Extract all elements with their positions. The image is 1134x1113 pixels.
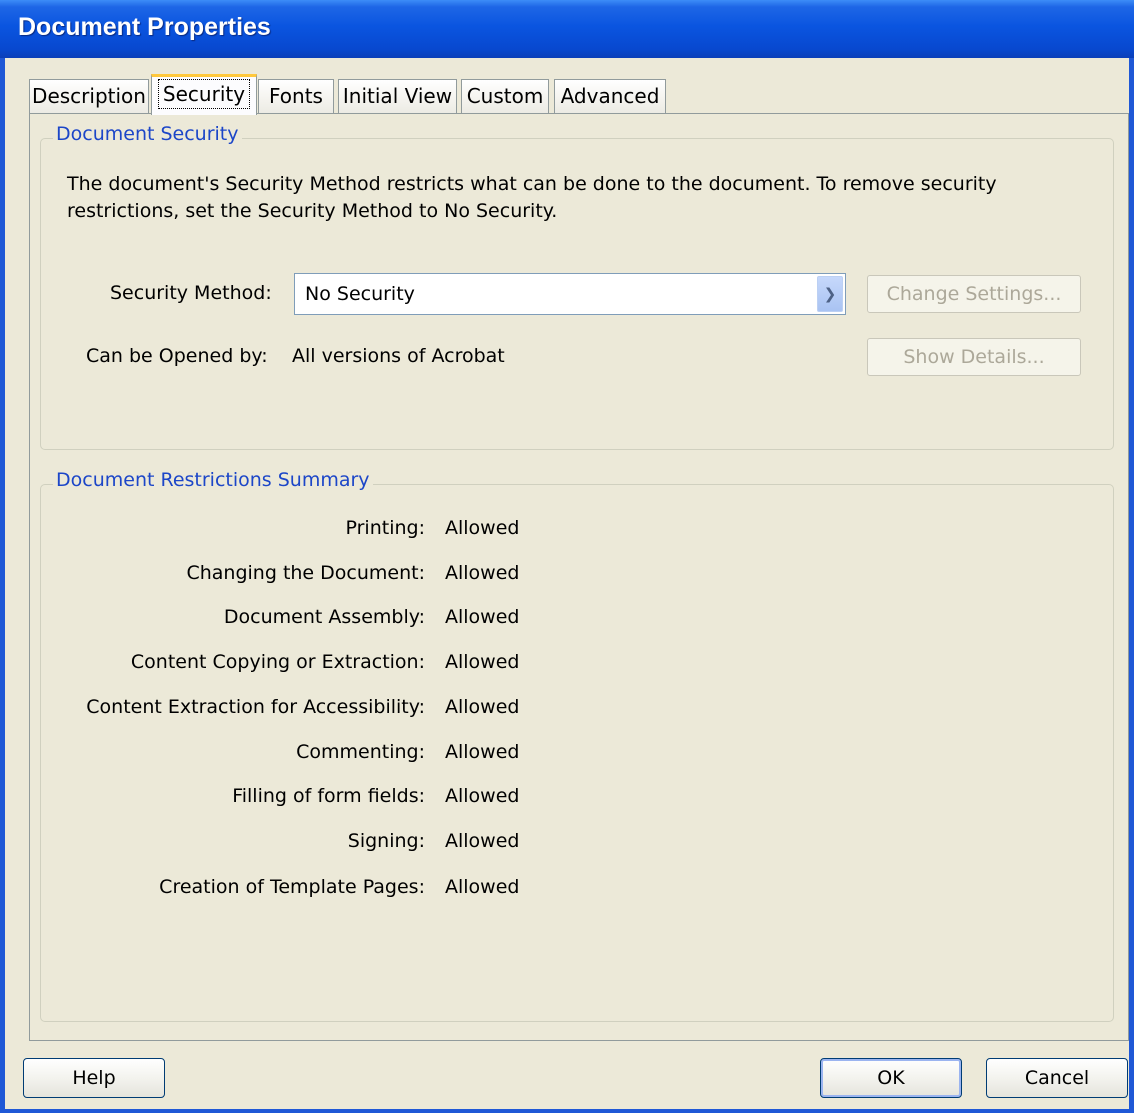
restriction-value-signing: Allowed (445, 830, 520, 852)
window-title: Document Properties (18, 13, 271, 41)
restriction-label-printing: Printing: (345, 517, 426, 539)
tab-advanced[interactable]: Advanced (554, 79, 666, 113)
security-description: The document's Security Method restricts… (67, 171, 1027, 225)
restriction-value-form-filling: Allowed (445, 785, 520, 807)
restrictions-summary-legend: Document Restrictions Summary (53, 469, 373, 491)
security-method-dropdown[interactable]: No Security ❯ (294, 273, 846, 315)
tab-initial-view[interactable]: Initial View (338, 79, 457, 113)
tab-label: Security (157, 79, 251, 109)
restriction-label-commenting: Commenting: (296, 741, 425, 763)
restriction-label-signing: Signing: (347, 830, 425, 852)
opened-by-label: Can be Opened by: (86, 345, 268, 367)
restriction-label-changing: Changing the Document: (186, 562, 425, 584)
cancel-button[interactable]: Cancel (986, 1058, 1128, 1098)
restriction-value-accessibility: Allowed (445, 696, 520, 718)
restriction-label-form-filling: Filling of form fields: (232, 785, 425, 807)
security-method-label: Security Method: (110, 282, 272, 304)
show-details-button[interactable]: Show Details... (867, 338, 1081, 376)
change-settings-button[interactable]: Change Settings... (867, 275, 1081, 313)
document-security-group: Document Security The document's Securit… (40, 123, 1114, 450)
tab-custom[interactable]: Custom (461, 79, 549, 113)
restriction-value-changing: Allowed (445, 562, 520, 584)
tab-description[interactable]: Description (29, 79, 149, 113)
security-description-line: The document's Security Method restricts… (67, 173, 997, 195)
restriction-value-template-pages: Allowed (445, 876, 520, 898)
title-bar[interactable]: Document Properties (0, 0, 1134, 58)
restriction-value-printing: Allowed (445, 517, 520, 539)
restriction-value-commenting: Allowed (445, 741, 520, 763)
restriction-label-copying: Content Copying or Extraction: (130, 651, 425, 673)
ok-button[interactable]: OK (820, 1058, 962, 1098)
restriction-value-copying: Allowed (445, 651, 520, 673)
tab-fonts[interactable]: Fonts (258, 79, 334, 113)
opened-by-value: All versions of Acrobat (292, 345, 505, 367)
tab-label: Advanced (560, 84, 660, 108)
document-security-legend: Document Security (53, 123, 242, 145)
restriction-value-assembly: Allowed (445, 606, 520, 628)
chevron-down-icon[interactable]: ❯ (817, 276, 843, 312)
tab-label: Initial View (342, 84, 453, 108)
restriction-label-template-pages: Creation of Template Pages: (159, 876, 425, 898)
tab-label: Fonts (269, 84, 323, 108)
security-method-value: No Security (305, 283, 415, 305)
restriction-label-accessibility: Content Extraction for Accessibility: (86, 696, 425, 718)
tab-label: Description (32, 84, 146, 108)
restriction-label-assembly: Document Assembly: (223, 606, 425, 628)
security-tab-panel: Document Security The document's Securit… (29, 113, 1129, 1041)
security-description-line: restrictions, set the Security Method to… (67, 200, 558, 222)
tab-security[interactable]: Security (151, 74, 257, 115)
restrictions-summary-group: Document Restrictions Summary Printing: … (40, 469, 1114, 1022)
document-properties-dialog: Document Properties Description Security… (0, 0, 1134, 1113)
help-button[interactable]: Help (23, 1058, 165, 1098)
tab-label: Custom (466, 84, 544, 108)
